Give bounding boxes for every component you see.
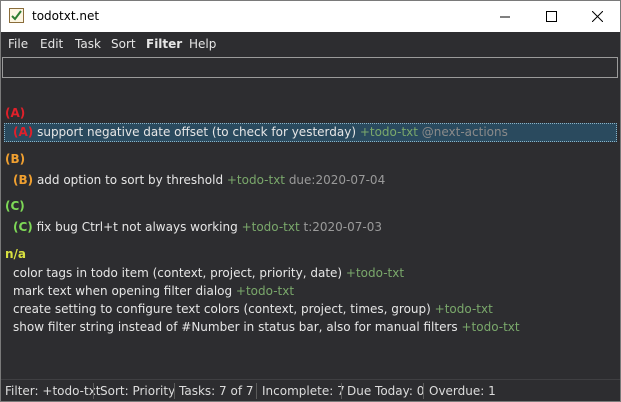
- status-due-label: Due Today:: [347, 384, 413, 398]
- status-tasks-total: 7: [245, 384, 254, 398]
- status-sort: Sort: Priority: [100, 384, 175, 398]
- status-incomplete-label: Incomplete:: [262, 384, 334, 398]
- task-item[interactable]: (A) support negative date offset (to che…: [13, 125, 508, 139]
- status-due-today: Due Today: 0: [347, 384, 424, 398]
- task-due-date: due:2020-07-04: [285, 173, 386, 187]
- status-divider: [93, 383, 94, 399]
- status-overdue-label: Overdue:: [429, 384, 485, 398]
- status-divider: [256, 383, 257, 399]
- task-item[interactable]: (C) fix bug Ctrl+t not always working +t…: [13, 220, 382, 234]
- title-bar: todotxt.net: [1, 1, 620, 32]
- status-overdue-value: 1: [488, 384, 496, 398]
- task-item[interactable]: color tags in todo item (context, projec…: [13, 266, 404, 280]
- maximize-button[interactable]: [528, 1, 574, 32]
- status-bar: Filter: +todo-txt Sort: Priority Tasks: …: [1, 379, 620, 401]
- status-tasks-value: 7: [219, 384, 227, 398]
- task-priority: (A): [13, 125, 34, 139]
- maximize-icon: [545, 11, 557, 22]
- menu-edit[interactable]: Edit: [40, 37, 63, 51]
- task-threshold-date: t:2020-07-03: [299, 220, 383, 234]
- minimize-icon: [499, 16, 510, 18]
- task-item[interactable]: mark text when opening filter dialog +to…: [13, 284, 294, 298]
- task-text: mark text when opening filter dialog: [13, 284, 236, 298]
- task-project: +todo-txt: [235, 284, 295, 298]
- task-project: +todo-txt: [461, 320, 520, 334]
- status-filter: Filter: +todo-txt: [5, 384, 101, 398]
- task-input-field[interactable]: [2, 57, 618, 78]
- task-item[interactable]: show filter string instead of #Number in…: [13, 320, 520, 334]
- app-window: todotxt.net File Edit Task Sort Filter H…: [0, 0, 621, 402]
- status-overdue: Overdue: 1: [429, 384, 496, 398]
- task-text: create setting to configure text colors …: [13, 302, 435, 316]
- menu-help[interactable]: Help: [189, 37, 216, 51]
- status-tasks-of: of: [230, 384, 243, 398]
- task-text: fix bug Ctrl+t not always working: [32, 220, 242, 234]
- window-title: todotxt.net: [32, 9, 100, 23]
- task-project: +todo-txt: [434, 302, 493, 316]
- task-text: color tags in todo item (context, projec…: [13, 266, 346, 280]
- task-context: @next-actions: [417, 125, 508, 139]
- status-tasks-label: Tasks:: [179, 384, 216, 398]
- task-project: +todo-txt: [359, 125, 418, 139]
- status-filter-label: Filter:: [5, 384, 39, 398]
- task-priority: (B): [13, 173, 34, 187]
- task-project: +todo-txt: [241, 220, 300, 234]
- status-divider: [174, 383, 175, 399]
- task-text: support negative date offset (to check f…: [33, 125, 360, 139]
- group-header-c: (C): [5, 199, 25, 213]
- close-icon: [591, 11, 603, 22]
- task-text: add option to sort by threshold: [33, 173, 227, 187]
- app-icon: [9, 8, 24, 23]
- menu-filter[interactable]: Filter: [146, 37, 182, 51]
- group-header-a: (A): [5, 106, 26, 120]
- status-tasks: Tasks: 7 of 7: [179, 384, 254, 398]
- task-item[interactable]: create setting to configure text colors …: [13, 302, 493, 316]
- menu-file[interactable]: File: [8, 37, 28, 51]
- task-project: +todo-txt: [345, 266, 405, 280]
- menu-bar: File Edit Task Sort Filter Help: [1, 32, 620, 56]
- menu-sort[interactable]: Sort: [111, 37, 136, 51]
- status-sort-value: Priority: [132, 384, 176, 398]
- task-list: (A) (A) support negative date offset (to…: [1, 81, 620, 378]
- minimize-button[interactable]: [482, 1, 528, 32]
- status-filter-value: +todo-txt: [42, 384, 101, 398]
- task-priority: (C): [13, 220, 33, 234]
- status-sort-label: Sort:: [100, 384, 129, 398]
- task-item[interactable]: (B) add option to sort by threshold +tod…: [13, 173, 385, 187]
- group-header-b: (B): [5, 152, 26, 166]
- task-project: +todo-txt: [226, 173, 285, 187]
- menu-task[interactable]: Task: [75, 37, 101, 51]
- status-divider: [341, 383, 342, 399]
- close-button[interactable]: [574, 1, 620, 32]
- task-text: show filter string instead of #Number in…: [13, 320, 462, 334]
- group-header-na: n/a: [5, 247, 27, 261]
- status-incomplete: Incomplete: 7: [262, 384, 345, 398]
- status-divider: [423, 383, 424, 399]
